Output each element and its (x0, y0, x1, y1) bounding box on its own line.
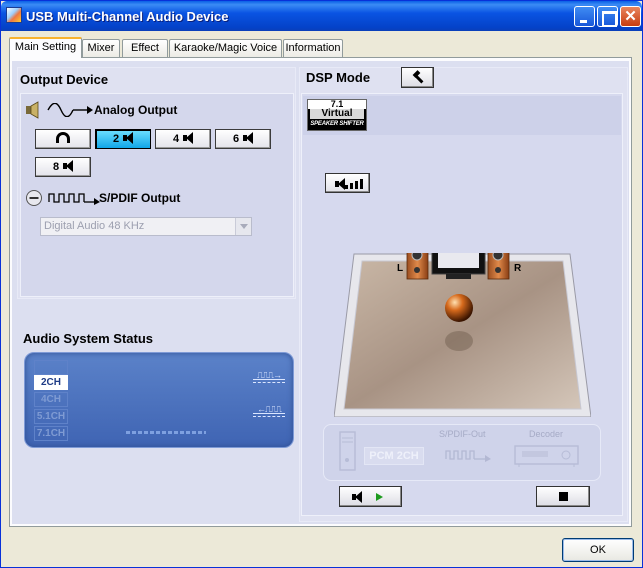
virtual-badge-mode: Virtual (310, 109, 364, 119)
virtual-speaker-shifter-button[interactable]: 7.1 Virtual SPEAKER SHIFTER (307, 99, 367, 131)
channel-indicator-7-1ch: 7.1CH (34, 426, 68, 441)
spdif-chain-wave-icon (445, 448, 491, 462)
input-signal-icon: ←⎍⎍⎍ (253, 405, 285, 425)
left-speaker-label: L (397, 263, 403, 274)
title-bar[interactable]: USB Multi-Channel Audio Device ✕ (1, 1, 642, 31)
spdif-wave-icon (48, 191, 100, 205)
speaker-icon (243, 132, 254, 144)
virtual-badge-caption: SPEAKER SHIFTER (310, 121, 364, 127)
test-play-button[interactable] (339, 486, 402, 507)
output-device-title: Output Device (20, 72, 109, 87)
speaker-room-visualization[interactable]: L R (334, 253, 591, 417)
output-signal-icon: ⎍⎍⎍→ (253, 371, 285, 391)
hammer-icon (412, 72, 424, 84)
maximize-icon (598, 7, 617, 27)
channel-indicator-1ch (34, 360, 68, 375)
right-speaker-label: R (514, 263, 522, 274)
stop-icon (559, 492, 568, 501)
speaker-4ch-button[interactable]: 4 (155, 129, 211, 149)
tab-effect[interactable]: Effect (122, 39, 168, 57)
chevron-down-icon[interactable] (235, 218, 251, 235)
dsp-settings-button[interactable] (401, 67, 434, 88)
minimize-icon (575, 7, 594, 26)
speaker-icon (63, 160, 74, 172)
analog-output-label: Analog Output (94, 103, 178, 117)
tab-mixer[interactable]: Mixer (82, 39, 120, 57)
speaker-icon (183, 132, 194, 144)
window-title: USB Multi-Channel Audio Device (26, 9, 229, 24)
audio-status-title: Audio System Status (23, 331, 154, 346)
tab-karaoke-magic-voice[interactable]: Karaoke/Magic Voice (169, 39, 282, 57)
pc-tower-icon (338, 430, 358, 472)
app-icon (6, 7, 22, 23)
speaker-2ch-button[interactable]: 2 (95, 129, 151, 149)
decoder-label: Decoder (529, 429, 564, 439)
spdif-format-select[interactable]: Digital Audio 48 KHz (40, 217, 252, 236)
analog-speaker-icon (24, 101, 42, 119)
spdif-toggle-icon[interactable] (25, 189, 43, 207)
pcm-format-indicator: PCM 2CH (364, 447, 424, 465)
headphone-icon (56, 132, 70, 143)
volume-button[interactable] (325, 173, 370, 193)
speaker-icon (123, 132, 134, 144)
minimize-button[interactable] (574, 6, 595, 27)
speaker-6ch-label: 6 (232, 133, 240, 145)
spdif-format-value: Digital Audio 48 KHz (44, 220, 145, 232)
play-icon (376, 493, 383, 501)
speaker-4ch-label: 4 (172, 133, 180, 145)
speaker-8ch-label: 8 (52, 161, 60, 173)
tab-information[interactable]: Information (283, 39, 343, 57)
spdif-output-label: S/PDIF Output (99, 191, 181, 205)
tab-main-setting[interactable]: Main Setting (9, 37, 82, 58)
speaker-8ch-button[interactable]: 8 (35, 157, 91, 177)
headphone-button[interactable] (35, 129, 91, 149)
speaker-6ch-button[interactable]: 6 (215, 129, 271, 149)
channel-indicator-2ch: 2CH (34, 375, 68, 390)
spdif-out-label: S/PDIF-Out (439, 429, 486, 439)
channel-indicator-4ch: 4CH (34, 392, 68, 407)
ok-button[interactable]: OK (562, 538, 634, 562)
channel-indicator-5-1ch: 5.1CH (34, 409, 68, 424)
speaker-icon (352, 491, 362, 503)
analog-wave-icon (47, 102, 93, 118)
speaker-2ch-label: 2 (112, 133, 120, 145)
test-stop-button[interactable] (536, 486, 590, 507)
volume-bars-icon (345, 179, 367, 189)
signal-meter (126, 431, 206, 434)
decoder-device-icon (514, 444, 580, 468)
speaker-icon (335, 178, 345, 190)
maximize-button[interactable] (597, 6, 618, 27)
close-button[interactable]: ✕ (620, 6, 641, 27)
close-icon: ✕ (624, 8, 637, 25)
dsp-mode-title: DSP Mode (306, 70, 371, 85)
